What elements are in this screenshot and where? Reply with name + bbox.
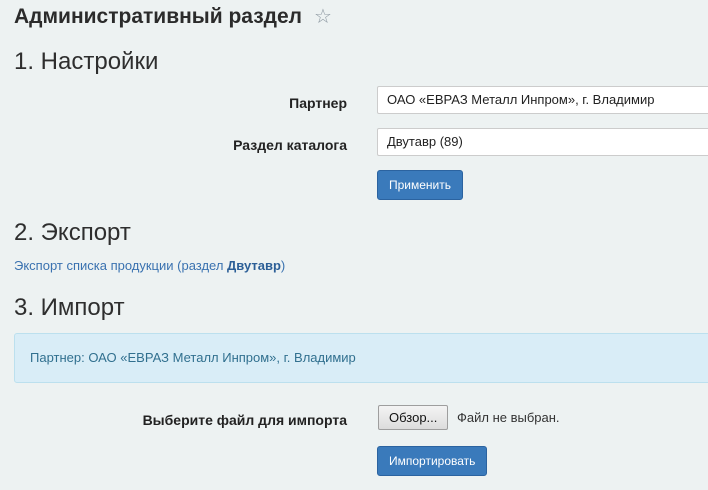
import-file-label: Выберите файл для импорта (142, 412, 347, 428)
browse-button[interactable]: Обзор... (378, 405, 449, 430)
page-title: Административный раздел ☆ (14, 5, 332, 29)
import-button[interactable]: Импортировать (377, 446, 488, 476)
page-title-text: Административный раздел (14, 5, 303, 28)
star-icon[interactable]: ☆ (314, 7, 332, 27)
file-status: Файл не выбран. (457, 410, 560, 425)
export-heading: 2. Экспорт (14, 219, 131, 246)
catalog-section-field[interactable]: Двутавр (89) (377, 128, 708, 156)
partner-info-alert: Партнер: ОАО «ЕВРАЗ Металл Инпром», г. В… (14, 333, 708, 383)
apply-button[interactable]: Применить (377, 170, 464, 200)
settings-heading: 1. Настройки (14, 48, 159, 75)
export-link-prefix: Экспорт списка продукции (раздел (14, 258, 228, 273)
catalog-section-label: Раздел каталога (233, 137, 347, 153)
partner-label: Партнер (289, 95, 347, 111)
partner-field[interactable]: ОАО «ЕВРАЗ Металл Инпром», г. Владимир (377, 86, 708, 114)
export-link-suffix: ) (280, 258, 286, 273)
import-heading: 3. Импорт (14, 294, 125, 321)
export-link-section: Двутавр (227, 258, 281, 273)
export-link[interactable]: Экспорт списка продукции (раздел Двутавр… (14, 258, 285, 273)
partner-info-text: Партнер: ОАО «ЕВРАЗ Металл Инпром», г. В… (30, 350, 356, 365)
